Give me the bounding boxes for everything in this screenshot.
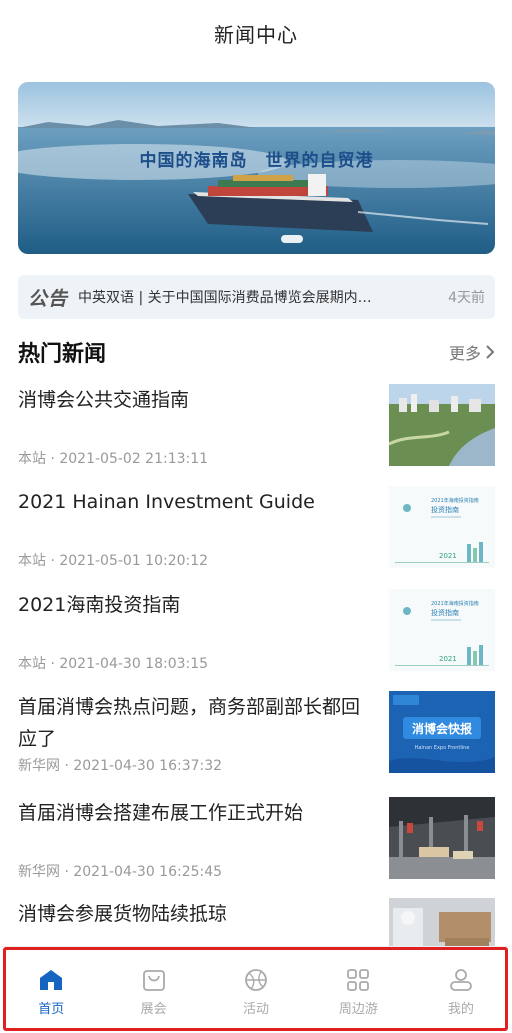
tab-label: 首页: [38, 1001, 65, 1017]
banner-caption: 中国的海南岛 世界的自贸港: [139, 151, 374, 171]
news-thumbnail: 2021年海南投资指南 投资指南 2021: [389, 589, 495, 671]
news-thumbnail: 2021年海南投资指南 投资指南 2021: [389, 486, 495, 568]
tab-label: 我的: [447, 1001, 474, 1017]
svg-text:2021年海南投资指南: 2021年海南投资指南: [431, 497, 479, 504]
banner-carousel[interactable]: 中国的海南岛 世界的自贸港: [18, 82, 495, 254]
news-time: 2021-05-01 10:20:12: [59, 553, 209, 569]
page-title: 新闻中心: [214, 22, 298, 47]
news-item[interactable]: 首届消博会热点问题，商务部副部长都回应了 新华网 · 2021-04-30 16…: [18, 691, 495, 775]
news-time: 2021-04-30 16:37:32: [73, 758, 223, 774]
chevron-right-icon: [486, 345, 495, 359]
tab-label: 展会: [140, 1001, 167, 1017]
bag-icon: [142, 969, 165, 991]
news-source: 本站: [18, 451, 46, 467]
svg-text:2021年海南投资指南: 2021年海南投资指南: [431, 600, 479, 607]
svg-text:2021: 2021: [439, 655, 457, 663]
tab-mine[interactable]: 我的: [410, 947, 512, 1033]
svg-text:投资指南: 投资指南: [431, 505, 459, 514]
news-time: 2021-04-30 18:03:15: [59, 656, 209, 672]
news-item[interactable]: 2021 Hainan Investment Guide 本站 · 2021-0…: [18, 486, 495, 570]
carousel-indicator: [281, 235, 303, 243]
news-meta: 新华网 · 2021-04-30 16:37:32: [18, 758, 223, 774]
announcement-text[interactable]: 中英双语 | 关于中国国际消费品博览会展期内…: [78, 287, 438, 307]
news-thumbnail: 消博会快报 Hainan Expo Frontline: [389, 691, 495, 773]
news-source: 新华网: [18, 758, 60, 774]
news-meta: 本站 · 2021-05-01 10:20:12: [18, 553, 209, 569]
news-meta: 本站 · 2021-04-30 18:03:15: [18, 656, 209, 672]
svg-text:投资指南: 投资指南: [431, 608, 459, 617]
news-title: 2021 Hainan Investment Guide: [18, 491, 315, 513]
tab-activity[interactable]: 活动: [205, 947, 307, 1033]
tab-home[interactable]: 首页: [0, 947, 102, 1033]
news-time: 2021-04-30 16:25:45: [73, 864, 223, 880]
svg-text:Hainan Expo Frontline: Hainan Expo Frontline: [415, 745, 470, 751]
news-source: 本站: [18, 553, 46, 569]
news-title: 消博会参展货物陆续抵琼: [18, 903, 228, 925]
news-item[interactable]: 消博会公共交通指南 本站 · 2021-05-02 21:13:11: [18, 384, 495, 468]
tab-nearby[interactable]: 周边游: [307, 947, 409, 1033]
svg-text:2021: 2021: [439, 552, 457, 560]
news-item[interactable]: 首届消博会搭建布展工作正式开始 新华网 · 2021-04-30 16:25:4…: [18, 797, 495, 881]
user-icon: [449, 968, 472, 991]
news-title: 首届消博会热点问题，商务部副部长都回应了: [18, 696, 361, 750]
grid-icon: [347, 968, 370, 991]
tab-label: 活动: [243, 1001, 270, 1017]
tab-label: 周边游: [338, 1001, 378, 1017]
more-link[interactable]: 更多: [449, 340, 495, 364]
news-thumbnail: [389, 384, 495, 466]
section-title: 热门新闻: [18, 342, 107, 367]
svg-text:消博会快报: 消博会快报: [412, 721, 472, 736]
news-title: 2021海南投资指南: [18, 594, 181, 616]
more-label: 更多: [448, 344, 481, 363]
hot-news-header: 热门新闻 更多: [18, 334, 495, 370]
news-time: 2021-05-02 21:13:11: [59, 451, 209, 467]
ball-icon: [245, 968, 267, 991]
announcement-tag: 公告: [28, 287, 69, 310]
news-item[interactable]: 2021海南投资指南 本站 · 2021-04-30 18:03:15 2021…: [18, 589, 495, 673]
tab-expo[interactable]: 展会: [102, 947, 204, 1033]
news-meta: 本站 · 2021-05-02 21:13:11: [18, 451, 209, 467]
news-thumbnail: [389, 797, 495, 879]
home-icon: [40, 969, 63, 990]
news-title: 消博会公共交通指南: [18, 389, 190, 411]
top-bar: 新闻中心: [0, 0, 512, 66]
announcement-time: 4天前: [448, 290, 485, 306]
bottom-tab-bar: 首页 展会 活动 周边游 我的: [0, 946, 512, 1033]
news-source: 本站: [18, 656, 46, 672]
news-title: 首届消博会搭建布展工作正式开始: [18, 802, 304, 824]
news-source: 新华网: [18, 864, 60, 880]
announcement-bar[interactable]: 公告 中英双语 | 关于中国国际消费品博览会展期内… 4天前: [18, 275, 495, 319]
news-meta: 新华网 · 2021-04-30 16:25:45: [18, 864, 223, 880]
